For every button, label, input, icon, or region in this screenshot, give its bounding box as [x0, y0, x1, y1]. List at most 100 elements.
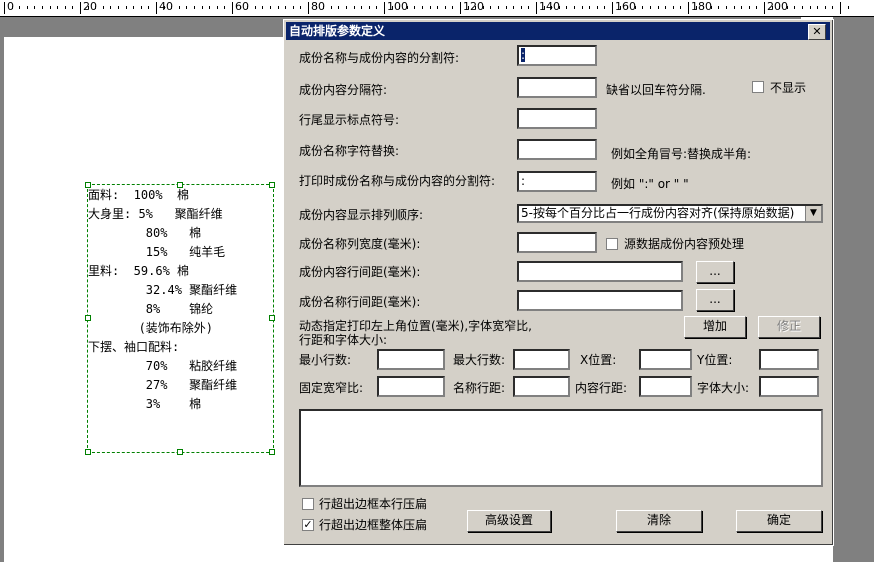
sep-label: 成份名称与成份内容的分割符: — [299, 51, 460, 65]
ruler-tick — [201, 6, 203, 9]
fixed-ratio-input[interactable] — [377, 376, 445, 397]
max-rows-input[interactable] — [513, 349, 570, 370]
dialog-titlebar[interactable]: 自动排版参数定义 ✕ — [286, 22, 830, 40]
ruler-tick — [794, 6, 796, 9]
content-spacing-row-input[interactable] — [639, 376, 692, 397]
ruler-tick — [216, 6, 218, 9]
ruler-tick — [224, 6, 226, 9]
y-pos-input[interactable] — [759, 349, 819, 370]
resize-handle[interactable] — [269, 449, 275, 455]
end-punct-input[interactable] — [517, 108, 597, 129]
ruler-label: 40 — [159, 0, 173, 13]
content-spacing-browse-button[interactable]: ... — [696, 261, 734, 283]
fixed-ratio-label: 固定宽窄比: — [299, 381, 364, 395]
ruler-tick — [726, 6, 727, 9]
name-spacing-input[interactable] — [517, 290, 683, 311]
ruler-tick — [64, 6, 66, 9]
ruler-tick — [688, 2, 689, 14]
chevron-down-icon[interactable]: ▼ — [805, 206, 821, 221]
font-size-input[interactable] — [759, 376, 819, 397]
advanced-settings-button[interactable]: 高级设置 — [467, 510, 551, 532]
order-select[interactable]: 5-按每个百分比占一行成份内容对齐(保持原始数据) ▼ — [517, 204, 823, 223]
x-pos-input[interactable] — [639, 349, 692, 370]
resize-handle[interactable] — [269, 182, 275, 188]
add-button[interactable]: 增加 — [684, 316, 746, 338]
ruler-tick — [642, 6, 644, 9]
ruler-tick — [270, 6, 271, 9]
ruler-label: 160 — [615, 0, 636, 13]
ruler-label: 100 — [387, 0, 408, 13]
hide-checkbox[interactable] — [752, 81, 764, 93]
preprocess-checkbox[interactable] — [606, 238, 618, 250]
ruler-tick — [612, 2, 613, 14]
resize-handle[interactable] — [85, 449, 91, 455]
y-pos-label: Y位置: — [697, 353, 733, 367]
font-size-label: 字体大小: — [697, 381, 750, 395]
compress-all-label: 行超出边框整体压扁 — [319, 518, 428, 532]
ruler-tick — [285, 6, 287, 9]
ruler-tick — [437, 6, 439, 9]
workspace-background — [833, 17, 874, 562]
ruler-tick — [376, 6, 378, 9]
ruler-tick — [741, 6, 743, 9]
ruler-tick — [756, 6, 758, 9]
modify-button[interactable]: 修正 — [758, 316, 820, 338]
ruler-tick — [498, 6, 499, 9]
compress-all-checkbox[interactable]: ✓ — [302, 519, 314, 531]
sep-input[interactable]: : — [517, 45, 597, 66]
ruler-tick — [665, 6, 667, 9]
content-sep-label: 成份内容分隔符: — [299, 83, 388, 97]
ruler-label: 60 — [235, 0, 249, 13]
auto-layout-dialog: 自动排版参数定义 ✕ 成份名称与成份内容的分割符: : 成份内容分隔符: 缺省以… — [283, 19, 834, 546]
ruler-tick — [42, 6, 43, 9]
ruler-tick — [733, 6, 735, 9]
resize-handle[interactable] — [269, 315, 275, 321]
ruler-tick — [57, 6, 59, 9]
replace-input[interactable] — [517, 139, 597, 160]
ruler-tick — [118, 6, 119, 9]
end-punct-label: 行尾显示标点符号: — [299, 113, 400, 127]
ruler-tick — [657, 6, 659, 9]
print-sep-input[interactable]: : — [517, 171, 597, 192]
ruler-tick — [4, 2, 5, 14]
ruler-label: 0 — [7, 0, 14, 13]
ruler-tick — [148, 6, 150, 9]
ruler-tick — [110, 6, 112, 9]
ruler-tick — [513, 6, 515, 9]
ruler-tick — [133, 6, 135, 9]
min-rows-label: 最小行数: — [299, 353, 352, 367]
ruler-tick — [300, 6, 302, 9]
col-width-label: 成份名称列宽度(毫米): — [299, 237, 421, 251]
ok-button[interactable]: 确定 — [736, 510, 822, 532]
ruler-tick — [140, 6, 142, 9]
ruler-tick — [34, 6, 36, 9]
ruler-tick — [596, 6, 598, 9]
print-sep-hint: 例如 ":" or " " — [611, 177, 689, 191]
ruler-tick — [384, 2, 385, 14]
ruler-tick — [832, 6, 834, 9]
ruler-tick — [536, 2, 537, 14]
ruler-tick — [581, 6, 583, 9]
x-pos-label: X位置: — [580, 353, 617, 367]
ruler-tick — [156, 2, 157, 14]
resize-handle[interactable] — [177, 449, 183, 455]
name-spacing-row-input[interactable] — [513, 376, 570, 397]
ruler: 0 20 40 60 80 100 120 140 160 180 200 — [0, 0, 874, 17]
col-width-input[interactable] — [517, 232, 597, 253]
ruler-tick — [330, 6, 332, 9]
ruler-tick — [338, 6, 340, 9]
close-button[interactable]: ✕ — [808, 24, 826, 40]
content-sep-input[interactable] — [517, 77, 597, 98]
ruler-tick — [125, 6, 127, 9]
ruler-tick — [809, 6, 811, 9]
clear-button[interactable]: 清除 — [616, 510, 702, 532]
position-list[interactable] — [299, 409, 823, 487]
content-spacing-input[interactable] — [517, 261, 683, 282]
ruler-tick — [262, 6, 264, 9]
min-rows-input[interactable] — [377, 349, 445, 370]
name-spacing-browse-button[interactable]: ... — [696, 289, 734, 311]
ruler-label: 180 — [691, 0, 712, 13]
compress-row-checkbox[interactable] — [302, 498, 314, 510]
ruler-tick — [460, 2, 461, 14]
ruler-tick — [840, 2, 841, 14]
